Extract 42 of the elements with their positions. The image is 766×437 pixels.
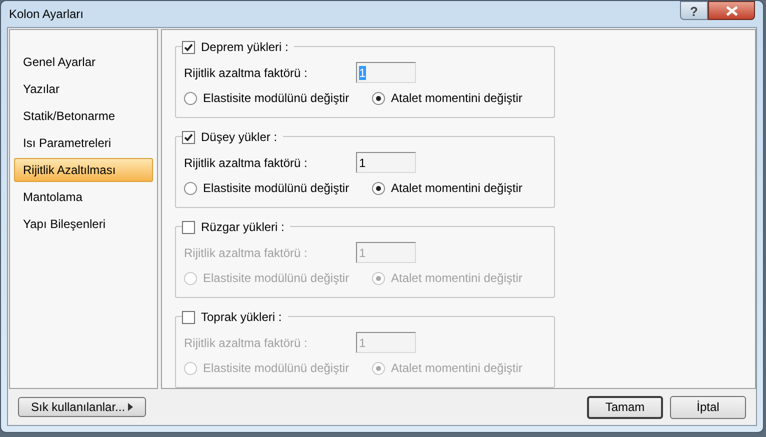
arrow-right-icon bbox=[128, 403, 133, 411]
radio-button[interactable] bbox=[372, 182, 385, 194]
radio-label: Atalet momentini değiştir bbox=[391, 270, 522, 287]
field-label: Rijitlik azaltma faktörü : bbox=[184, 64, 308, 82]
sidebar-item[interactable]: Yapı Bileşenleri bbox=[14, 212, 153, 236]
radio-label: Atalet momentini değiştir bbox=[391, 360, 522, 377]
checkbox[interactable] bbox=[182, 40, 195, 54]
input-value: 1 bbox=[359, 156, 366, 170]
input-value: 1 bbox=[359, 246, 366, 260]
radio-label: Elastisite modülünü değiştir bbox=[203, 90, 350, 107]
sidebar-item[interactable]: Rijitlik Azaltılması bbox=[14, 158, 153, 182]
radio-label: Elastisite modülünü değiştir bbox=[203, 180, 350, 197]
radio-label: Elastisite modülünü değiştir bbox=[203, 360, 350, 377]
field-label: Rijitlik azaltma faktörü : bbox=[184, 334, 308, 352]
checkmark-icon bbox=[184, 132, 193, 142]
group-label[interactable]: Düşey yükler : bbox=[201, 128, 278, 146]
sidebar-item[interactable]: Genel Ayarlar bbox=[14, 50, 153, 74]
window-title: Kolon Ayarları bbox=[9, 6, 84, 23]
sidebar-item[interactable]: Mantolama bbox=[14, 185, 153, 209]
favorites-button[interactable]: Sık kullanılanlar... bbox=[18, 397, 146, 417]
radio-button[interactable] bbox=[184, 182, 197, 194]
radio-label: Atalet momentini değiştir bbox=[391, 180, 522, 197]
sidebar-item[interactable]: Yazılar bbox=[14, 77, 153, 101]
group-label[interactable]: Deprem yükleri : bbox=[201, 38, 288, 56]
help-button[interactable]: ? bbox=[680, 1, 708, 20]
factor-input[interactable]: 1 bbox=[356, 152, 416, 173]
sidebar-item[interactable]: Statik/Betonarme bbox=[14, 104, 153, 128]
checkmark-icon bbox=[184, 42, 193, 52]
radio-button[interactable] bbox=[372, 92, 385, 104]
close-icon bbox=[726, 6, 738, 16]
field-label: Rijitlik azaltma faktörü : bbox=[184, 244, 308, 262]
checkbox[interactable] bbox=[182, 130, 195, 144]
cancel-button[interactable]: İptal bbox=[670, 396, 746, 418]
radio-label: Atalet momentini değiştir bbox=[391, 90, 522, 107]
field-label: Rijitlik azaltma faktörü : bbox=[184, 154, 308, 172]
input-value: 1 bbox=[359, 336, 366, 350]
radio-button[interactable] bbox=[184, 92, 197, 104]
input-value: 1 bbox=[359, 66, 366, 80]
sidebar-item[interactable]: Isı Parametreleri bbox=[14, 131, 153, 155]
close-button[interactable] bbox=[708, 1, 755, 20]
ok-button[interactable]: Tamam bbox=[587, 396, 663, 418]
radio-label: Elastisite modülünü değiştir bbox=[203, 270, 350, 287]
